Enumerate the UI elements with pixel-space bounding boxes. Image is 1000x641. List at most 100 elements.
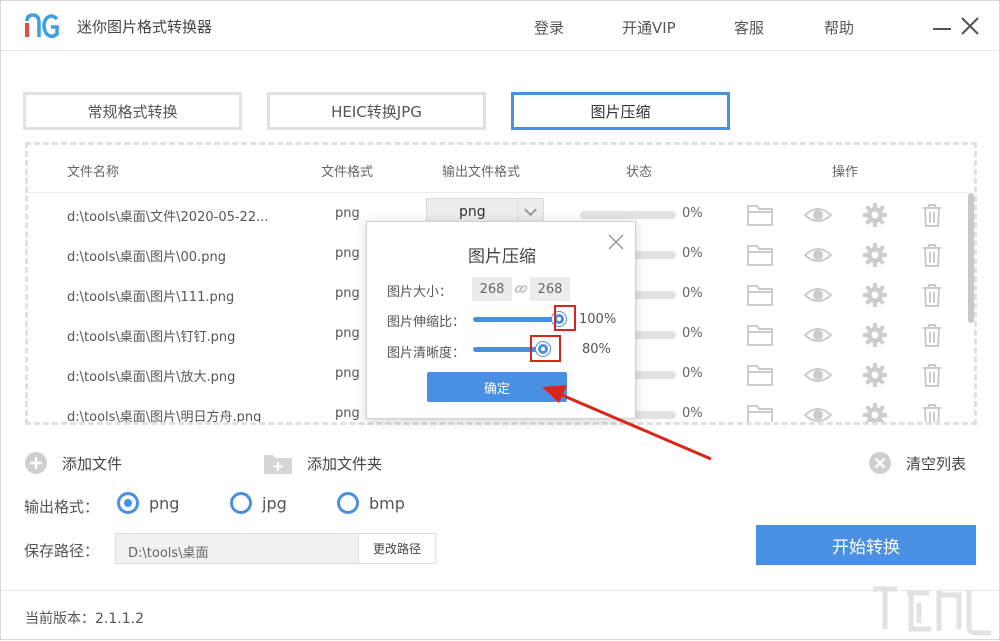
clarity-value: 80% <box>582 342 611 357</box>
progress-value: 0% <box>682 366 703 381</box>
menu-help[interactable]: 帮助 <box>824 17 854 38</box>
clear-list-label: 清空列表 <box>906 454 967 473</box>
eye-icon[interactable] <box>803 322 833 348</box>
radio-dot <box>117 492 139 514</box>
list-scrollbar[interactable] <box>967 193 974 422</box>
trash-icon[interactable] <box>918 202 946 228</box>
folder-icon[interactable] <box>746 242 774 268</box>
gear-icon[interactable] <box>861 362 889 388</box>
folder-icon[interactable] <box>746 322 774 348</box>
radio-dot <box>337 492 359 514</box>
folder-icon[interactable] <box>746 402 774 422</box>
radio-bmp[interactable]: bmp <box>337 492 405 514</box>
radio-label: jpg <box>262 493 287 513</box>
save-path-field[interactable]: D:\tools\桌面 <box>115 533 359 564</box>
app-logo-icon <box>25 13 59 38</box>
add-folder-button[interactable]: 添加文件夹 <box>263 450 382 476</box>
tab-general-convert[interactable]: 常规格式转换 <box>23 92 242 130</box>
add-folder-label: 添加文件夹 <box>307 454 383 473</box>
file-format-cell: png <box>335 406 360 421</box>
dialog-close-icon[interactable] <box>607 233 625 251</box>
file-name-cell: d:\tools\桌面\图片\00.png <box>67 250 226 265</box>
plus-circle-icon <box>25 452 47 474</box>
clarity-label: 图片清晰度： <box>387 346 466 361</box>
scale-label: 图片伸缩比： <box>387 315 466 330</box>
highlight-box <box>530 335 561 362</box>
minimize-icon[interactable] <box>931 15 953 37</box>
list-header: 文件名称 文件格式 输出文件格式 状态 操作 <box>28 145 968 193</box>
trash-icon[interactable] <box>918 362 946 388</box>
radio-png[interactable]: png <box>117 492 179 514</box>
change-path-button[interactable]: 更改路径 <box>358 533 436 564</box>
trash-icon[interactable] <box>918 402 946 422</box>
scrollbar-thumb[interactable] <box>968 193 974 323</box>
menu-service[interactable]: 客服 <box>734 17 764 38</box>
highlight-box <box>554 305 576 331</box>
progress-value: 0% <box>682 326 703 341</box>
folder-icon[interactable] <box>746 362 774 388</box>
clear-list-button[interactable]: 清空列表 <box>868 450 966 476</box>
menu-login[interactable]: 登录 <box>534 17 564 38</box>
scale-slider-track[interactable] <box>473 317 561 322</box>
file-name-cell: d:\tools\桌面\图片\钉钉.png <box>67 330 236 345</box>
eye-icon[interactable] <box>803 362 833 388</box>
trash-icon[interactable] <box>918 242 946 268</box>
start-convert-button[interactable]: 开始转换 <box>756 525 976 565</box>
size-label: 图片大小： <box>387 285 453 300</box>
gear-icon[interactable] <box>861 202 889 228</box>
width-field[interactable]: 268 <box>472 277 512 301</box>
gear-icon[interactable] <box>861 282 889 308</box>
column-filename: 文件名称 <box>67 165 120 180</box>
file-format-cell: png <box>335 246 360 261</box>
radio-jpg[interactable]: jpg <box>230 492 287 514</box>
dialog-ok-button[interactable]: 确定 <box>427 372 567 402</box>
progress-bar <box>580 211 676 219</box>
app-title: 迷你图片格式转换器 <box>77 18 213 36</box>
column-output-format: 输出文件格式 <box>442 165 521 180</box>
progress-value: 0% <box>682 286 703 301</box>
trash-icon[interactable] <box>918 322 946 348</box>
scale-value: 100% <box>579 312 617 327</box>
column-format: 文件格式 <box>321 165 374 180</box>
file-name-cell: d:\tools\桌面\图片\明日方舟.png <box>67 410 262 425</box>
compress-dialog: 图片压缩 图片大小： 268 268 图片伸缩比： 100% 图片清晰度： 80… <box>366 221 636 419</box>
dialog-title: 图片压缩 <box>468 247 536 267</box>
output-format-label: 输出格式： <box>24 498 100 516</box>
file-format-cell: png <box>335 326 360 341</box>
eye-icon[interactable] <box>803 282 833 308</box>
height-field[interactable]: 268 <box>530 277 570 301</box>
folder-icon[interactable] <box>746 202 774 228</box>
folder-plus-icon <box>264 455 292 474</box>
file-name-cell: d:\tools\桌面\文件\2020-05-22... <box>67 210 269 225</box>
tab-image-compress[interactable]: 图片压缩 <box>511 92 730 130</box>
add-file-button[interactable]: 添加文件 <box>24 450 122 476</box>
gear-icon[interactable] <box>861 322 889 348</box>
radio-label: png <box>149 493 180 513</box>
progress-value: 0% <box>682 406 703 421</box>
output-format-value: png <box>459 204 486 220</box>
file-format-cell: png <box>335 206 360 221</box>
gear-icon[interactable] <box>861 242 889 268</box>
eye-icon[interactable] <box>803 242 833 268</box>
radio-label: bmp <box>369 493 405 513</box>
footer: 当前版本：2.1.1.2 <box>1 590 1000 641</box>
column-actions: 操作 <box>832 165 859 180</box>
link-icon[interactable] <box>514 282 528 296</box>
column-status: 状态 <box>626 165 653 180</box>
tab-heic-to-jpg[interactable]: HEIC转换JPG <box>267 92 486 130</box>
add-file-label: 添加文件 <box>62 454 123 473</box>
trash-icon[interactable] <box>918 282 946 308</box>
close-icon[interactable] <box>959 15 981 37</box>
progress-value: 0% <box>682 206 703 221</box>
watermark-logo <box>873 586 991 636</box>
eye-icon[interactable] <box>803 202 833 228</box>
folder-icon[interactable] <box>746 282 774 308</box>
file-name-cell: d:\tools\桌面\图片\111.png <box>67 290 235 305</box>
save-path-label: 保存路径： <box>24 542 100 560</box>
menu-vip[interactable]: 开通VIP <box>622 17 676 38</box>
title-bar: 迷你图片格式转换器 登录 开通VIP 客服 帮助 <box>1 1 1000 51</box>
file-name-cell: d:\tools\桌面\图片\放大.png <box>67 370 236 385</box>
eye-icon[interactable] <box>803 402 833 422</box>
gear-icon[interactable] <box>861 402 889 422</box>
version-text: 当前版本：2.1.1.2 <box>25 611 144 627</box>
